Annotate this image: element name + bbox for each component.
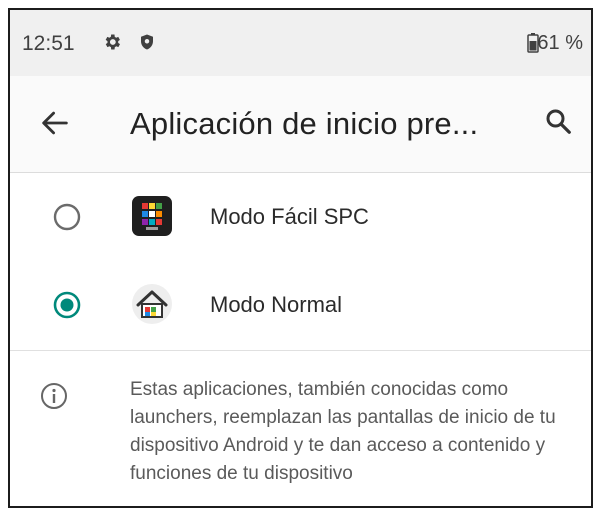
search-icon[interactable] bbox=[543, 106, 573, 136]
app-toolbar: Aplicación de inicio pre... bbox=[10, 76, 591, 172]
spc-easy-mode-icon bbox=[132, 196, 172, 236]
list-divider bbox=[10, 350, 591, 351]
arrow-left-icon[interactable] bbox=[38, 106, 72, 140]
phone-screen: 12:51 61 % Aplicación de inicio pre... M… bbox=[8, 8, 593, 508]
home-launcher-icon bbox=[132, 284, 172, 324]
gear-icon bbox=[105, 34, 120, 50]
launcher-option-modo-normal[interactable]: Modo Normal bbox=[10, 260, 591, 350]
status-time: 12:51 bbox=[22, 32, 75, 55]
shield-icon bbox=[141, 34, 153, 50]
radio-selected[interactable] bbox=[52, 290, 82, 320]
app-label: Modo Fácil SPC bbox=[210, 204, 369, 229]
launcher-option-modo-facil[interactable]: Modo Fácil SPC bbox=[10, 172, 591, 262]
radio-unselected[interactable] bbox=[52, 202, 82, 232]
app-label: Modo Normal bbox=[210, 292, 343, 317]
status-bar: 12:51 61 % bbox=[10, 10, 591, 76]
info-description: Estas aplicaciones, también conocidas co… bbox=[130, 379, 556, 484]
info-icon bbox=[41, 383, 67, 409]
page-title: Aplicación de inicio pre... bbox=[130, 106, 479, 141]
battery-percentage: 61 % bbox=[537, 32, 583, 54]
